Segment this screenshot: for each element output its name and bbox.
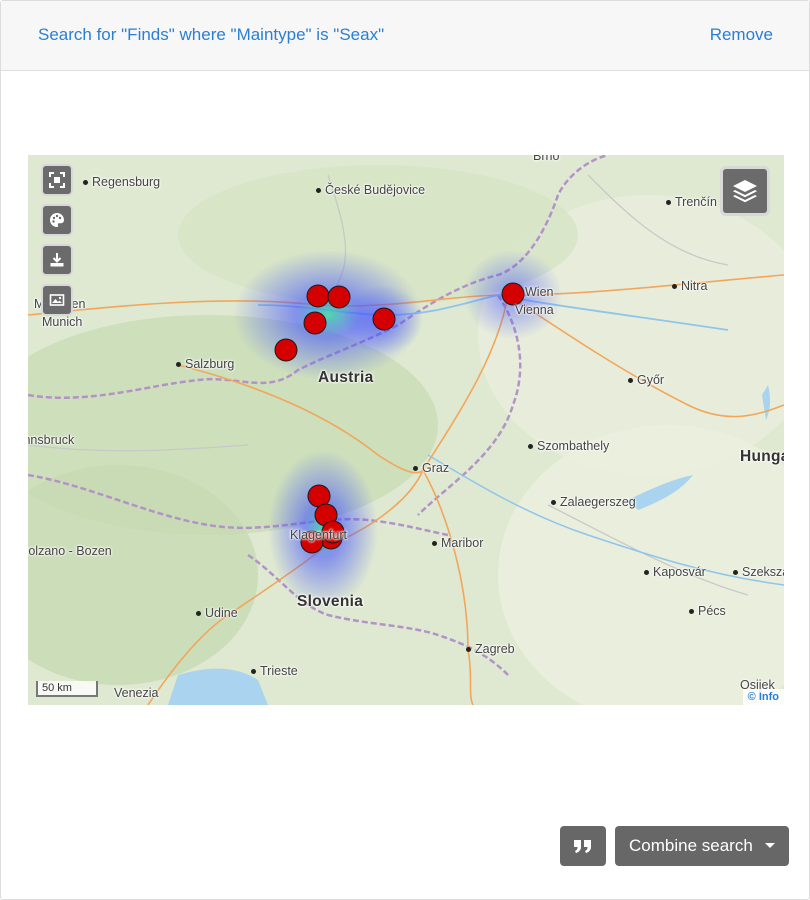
find-marker (306, 284, 330, 308)
place-label: Vienna (515, 303, 554, 317)
download-icon (50, 253, 64, 267)
cite-button[interactable] (560, 826, 606, 866)
scale-bar: 50 km (36, 681, 98, 697)
combine-search-label: Combine search (629, 836, 753, 855)
place-label: Kaposvár (644, 565, 706, 579)
country-label: Austria (318, 369, 374, 386)
place-label: Regensburg (83, 175, 160, 189)
quote-icon (574, 840, 591, 853)
remove-link[interactable]: Remove (710, 25, 773, 45)
fullscreen-button[interactable] (41, 164, 73, 196)
search-result-card: Search for "Finds" where "Maintype" is "… (0, 0, 810, 900)
place-label: Graz (413, 461, 449, 475)
place-label: České Budějovice (316, 183, 425, 197)
map-base-layer (28, 155, 784, 705)
place-label: Győr (628, 373, 664, 387)
place-label: Brno (533, 155, 560, 163)
image-export-button[interactable] (41, 284, 73, 316)
download-button[interactable] (41, 244, 73, 276)
fullscreen-icon (49, 172, 65, 188)
place-label: Salzburg (176, 357, 234, 371)
find-marker (303, 311, 327, 335)
attribution-link[interactable]: © Info (742, 689, 784, 705)
combine-search-button[interactable]: Combine search (615, 826, 789, 866)
image-icon (49, 294, 65, 306)
layers-button[interactable] (720, 166, 770, 216)
place-label: Nitra (672, 279, 707, 293)
place-label: Innsbruck (28, 433, 75, 447)
place-label: Maribor (432, 536, 483, 550)
palette-button[interactable] (41, 204, 73, 236)
place-label: Trenčín (666, 195, 717, 209)
find-marker (372, 307, 396, 331)
layers-icon (733, 180, 757, 203)
map-view[interactable]: Regensburg České Budějovice Trenčín Brno… (28, 155, 784, 705)
find-marker (274, 338, 298, 362)
place-label: Trieste (251, 664, 298, 678)
place-label: Udine (196, 606, 238, 620)
place-label: Pécs (689, 604, 726, 618)
place-label: Klagenfurt (290, 528, 347, 542)
country-label: Slovenia (297, 593, 364, 610)
place-label: Venezia (114, 686, 159, 700)
country-label: Hungary (740, 448, 784, 465)
find-marker (327, 285, 351, 309)
place-label: Zalaegerszeg (551, 495, 636, 509)
place-label: Szekszárd (733, 565, 784, 579)
place-label: Wien (525, 285, 554, 299)
place-label: Szombathely (528, 439, 609, 453)
card-header: Search for "Finds" where "Maintype" is "… (1, 1, 809, 71)
place-label: Zagreb (466, 642, 515, 656)
find-marker (501, 282, 525, 306)
chevron-down-icon (765, 843, 775, 848)
place-label: Bolzano - Bozen (28, 544, 112, 558)
place-label: Munich (42, 315, 83, 329)
search-query-link[interactable]: Search for "Finds" where "Maintype" is "… (38, 25, 384, 45)
palette-icon (50, 213, 64, 227)
